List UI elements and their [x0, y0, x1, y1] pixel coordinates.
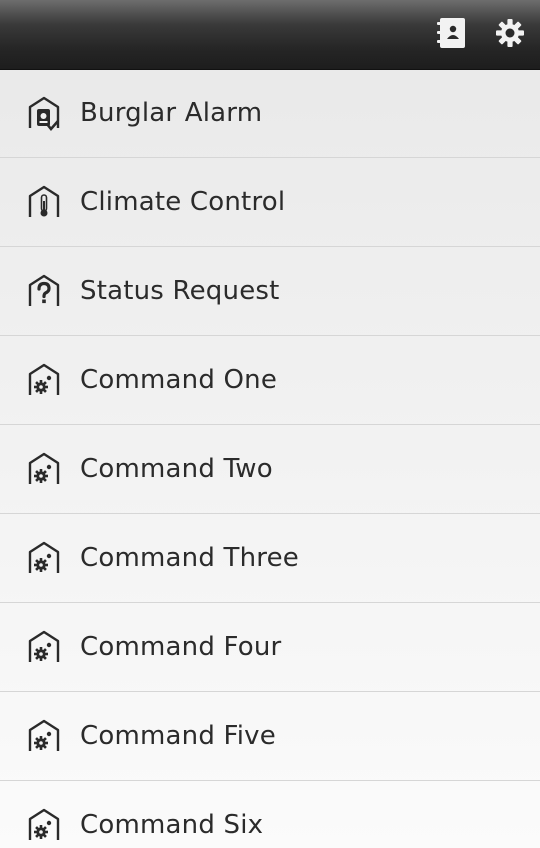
- settings-button[interactable]: [492, 14, 528, 52]
- list-item-label: Command Six: [80, 810, 264, 840]
- contacts-button[interactable]: [434, 14, 470, 52]
- gear-icon: [496, 19, 524, 47]
- house-question-icon: [28, 274, 60, 306]
- list-item-status-request[interactable]: Status Request: [0, 247, 540, 336]
- house-gear-icon: [28, 630, 60, 662]
- list-item-command-three[interactable]: Command Three: [0, 514, 540, 603]
- list-item-burglar-alarm[interactable]: Burglar Alarm: [0, 69, 540, 158]
- list-item-label: Command Five: [80, 721, 276, 751]
- house-gear-icon: [28, 541, 60, 573]
- list-item-command-two[interactable]: Command Two: [0, 425, 540, 514]
- command-list: Burglar Alarm Climate Control Status Req…: [0, 69, 540, 848]
- list-item-command-six[interactable]: Command Six: [0, 781, 540, 848]
- top-action-bar: [0, 0, 540, 70]
- list-item-climate-control[interactable]: Climate Control: [0, 158, 540, 247]
- house-thermometer-icon: [28, 185, 60, 217]
- house-gear-icon: [28, 452, 60, 484]
- list-item-label: Status Request: [80, 276, 280, 306]
- list-item-command-four[interactable]: Command Four: [0, 603, 540, 692]
- list-item-label: Burglar Alarm: [80, 98, 263, 128]
- house-alarm-icon: [28, 96, 60, 132]
- app-screen: Burglar Alarm Climate Control Status Req…: [0, 0, 540, 848]
- list-item-label: Climate Control: [80, 187, 286, 217]
- house-gear-icon: [28, 363, 60, 395]
- address-book-icon: [437, 18, 465, 48]
- list-item-label: Command Four: [80, 632, 282, 662]
- house-gear-icon: [28, 719, 60, 751]
- list-item-command-five[interactable]: Command Five: [0, 692, 540, 781]
- list-item-label: Command Three: [80, 543, 299, 573]
- list-item-command-one[interactable]: Command One: [0, 336, 540, 425]
- house-gear-icon: [28, 808, 60, 840]
- list-item-label: Command One: [80, 365, 278, 395]
- list-item-label: Command Two: [80, 454, 273, 484]
